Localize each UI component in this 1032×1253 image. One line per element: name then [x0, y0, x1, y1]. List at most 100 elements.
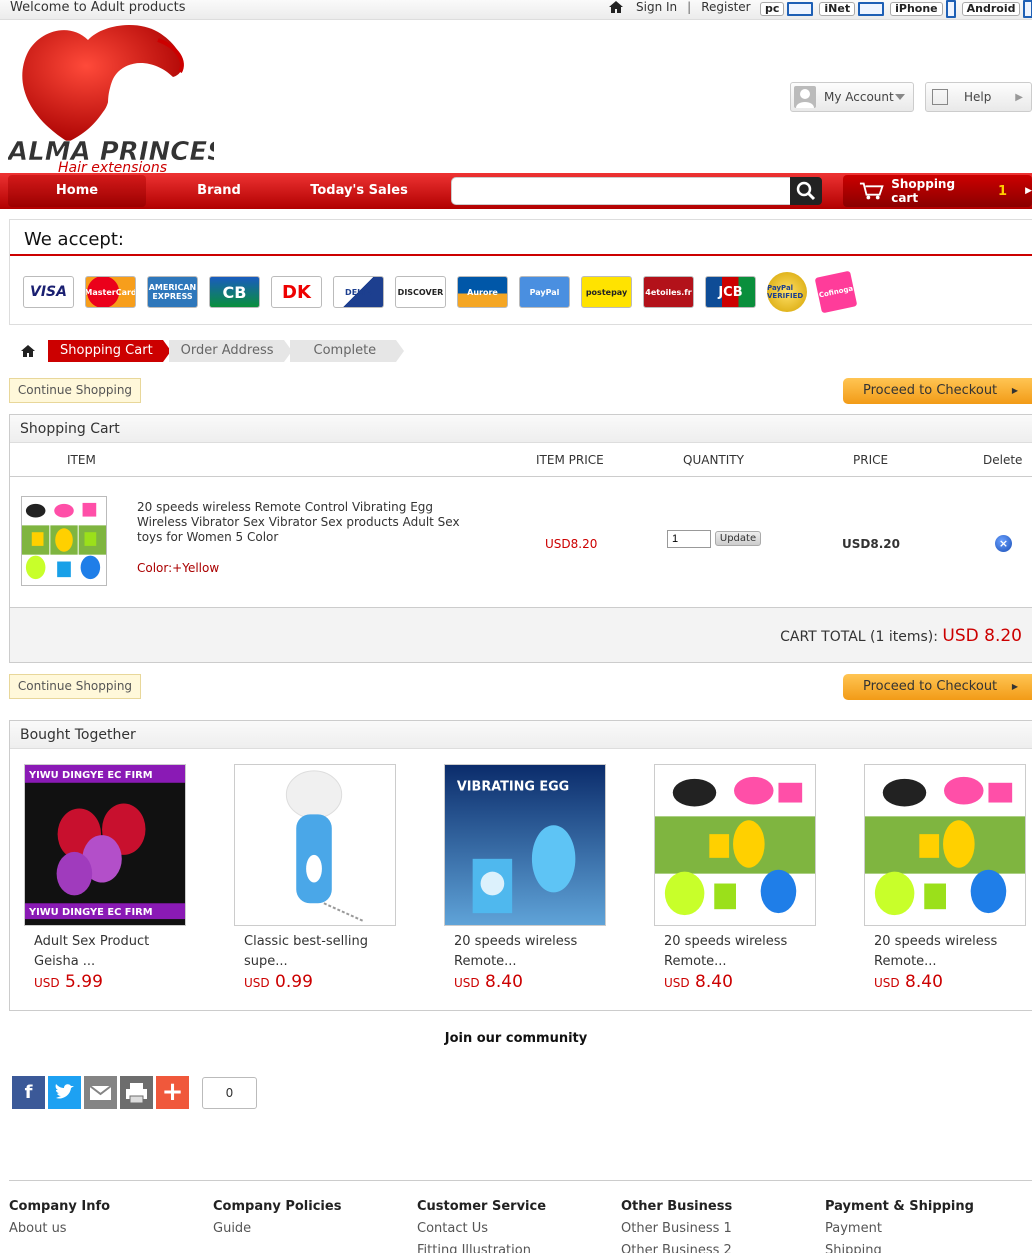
footer-link-other-business-2[interactable]: Other Business 2 — [621, 1240, 821, 1253]
device-inet[interactable]: iNet — [819, 0, 885, 18]
footer-link-other-business-1[interactable]: Other Business 1 — [621, 1218, 821, 1240]
footer-heading: Payment & Shipping — [825, 1199, 974, 1214]
product-price: USD 8.40 — [454, 972, 523, 992]
footer-link-contact-us[interactable]: Contact Us — [417, 1218, 617, 1240]
my-account-button[interactable]: My Account — [790, 82, 914, 112]
cart-total: CART TOTAL (1 items): USD 8.20 — [780, 626, 1022, 646]
product-name-link[interactable]: 20 speeds wireless Remote Control Vibrat… — [137, 500, 487, 545]
search-icon — [796, 181, 816, 201]
footer-col-payment-shipping: Payment & Shipping Payment Shipping — [825, 1199, 1025, 1253]
product-name[interactable]: 20 speeds wireless Remote... — [864, 932, 1026, 972]
amex-card-icon: AMERICAN EXPRESS — [147, 276, 198, 308]
main-nav: Home Brand Today's Sales Shopping cart 1… — [0, 173, 1032, 209]
chevron-right-icon: ▶ — [1015, 91, 1023, 103]
product-card[interactable]: 20 speeds wireless Remote... USD 8.40 — [864, 764, 1026, 992]
delete-icon[interactable]: × — [995, 535, 1012, 552]
device-iphone[interactable]: iPhone — [890, 0, 956, 18]
col-item-price: ITEM PRICE — [536, 453, 604, 467]
bought-together-panel: Bought Together YIWU DINGYE EC FIRM YIWU… — [9, 720, 1032, 1011]
product-image[interactable]: YIWU DINGYE EC FIRM YIWU DINGYE EC FIRM — [24, 764, 186, 926]
search-input[interactable] — [451, 177, 791, 205]
nav-todays-sales[interactable]: Today's Sales — [290, 175, 428, 207]
product-color: Color:+Yellow — [137, 561, 220, 575]
checkout-label: Proceed to Checkout — [863, 383, 998, 398]
register-link[interactable]: Register — [701, 0, 750, 14]
product-card[interactable]: 20 speeds wireless Remote... USD 8.40 — [654, 764, 816, 992]
product-image[interactable] — [234, 764, 396, 926]
footer-link-about-us[interactable]: About us — [9, 1218, 209, 1240]
email-icon[interactable] — [84, 1076, 117, 1109]
svg-text:YIWU DINGYE EC FIRM: YIWU DINGYE EC FIRM — [28, 907, 153, 918]
monitor-icon — [787, 2, 814, 16]
quantity-input[interactable] — [667, 530, 711, 548]
col-quantity: QUANTITY — [683, 453, 744, 467]
tablet-icon — [858, 2, 885, 16]
footer-link-shipping[interactable]: Shipping — [825, 1240, 1025, 1253]
cb-card-icon: CB — [209, 276, 260, 308]
product-image[interactable]: VIBRATING EGG — [444, 764, 606, 926]
dankort-card-icon: DK — [271, 276, 322, 308]
step-shopping-cart: Shopping Cart — [48, 340, 171, 362]
caret-right-icon: ▶ — [1011, 386, 1018, 395]
proceed-to-checkout-button[interactable]: Proceed to Checkout ▶ — [843, 378, 1032, 404]
product-card[interactable]: VIBRATING EGG 20 speeds wireless Remote..… — [444, 764, 606, 992]
cart-label: Shopping cart — [891, 177, 956, 205]
print-icon[interactable] — [120, 1076, 153, 1109]
visa-card-icon: VISA — [23, 276, 74, 308]
checkout-label: Proceed to Checkout — [863, 679, 998, 694]
home-icon[interactable] — [608, 0, 624, 14]
product-name[interactable]: 20 speeds wireless Remote... — [444, 932, 606, 972]
add-share-icon[interactable]: + — [156, 1076, 189, 1109]
caret-right-icon: ▶ — [1025, 186, 1032, 196]
product-card[interactable]: Classic best-selling supe... USD 0.99 — [234, 764, 396, 992]
4etoiles-card-icon: 4etoiles.fr — [643, 276, 694, 308]
footer-col-other-business: Other Business Other Business 1 Other Bu… — [621, 1199, 821, 1253]
user-avatar-icon — [794, 86, 816, 108]
bought-together-list: YIWU DINGYE EC FIRM YIWU DINGYE EC FIRM … — [24, 764, 1026, 992]
col-delete: Delete — [983, 453, 1023, 467]
device-pc[interactable]: pc — [760, 0, 814, 18]
svg-text:Hair extensions: Hair extensions — [58, 160, 167, 174]
product-name[interactable]: 20 speeds wireless Remote... — [654, 932, 816, 972]
product-image[interactable] — [654, 764, 816, 926]
card-logos: VISA MasterCard AMERICAN EXPRESS CB DK D… — [23, 270, 858, 314]
nav-home[interactable]: Home — [8, 175, 146, 207]
svg-text:YIWU DINGYE EC FIRM: YIWU DINGYE EC FIRM — [28, 770, 153, 781]
accept-title: We accept: — [10, 220, 1032, 256]
paypal-card-icon: PayPal — [519, 276, 570, 308]
paypal-verified-icon: PayPal VERIFIED — [767, 272, 807, 312]
product-card[interactable]: YIWU DINGYE EC FIRM YIWU DINGYE EC FIRM … — [24, 764, 186, 992]
phone-icon — [945, 0, 956, 18]
search-button[interactable] — [790, 177, 822, 205]
footer-link-guide[interactable]: Guide — [213, 1218, 413, 1240]
site-logo[interactable]: ALMA PRINCESS Hair extensions — [8, 22, 214, 174]
facebook-icon[interactable]: f — [12, 1076, 45, 1109]
item-price: USD8.20 — [545, 537, 598, 551]
col-item: ITEM — [67, 453, 96, 467]
twitter-icon[interactable] — [48, 1076, 81, 1109]
help-label: Help — [964, 90, 992, 104]
sign-in-link[interactable]: Sign In — [636, 0, 677, 14]
product-name[interactable]: Adult Sex Product Geisha ... — [24, 932, 186, 972]
mastercard-icon: MasterCard — [85, 276, 136, 308]
cart-count: 1 — [998, 183, 1008, 199]
product-name[interactable]: Classic best-selling supe... — [234, 932, 396, 972]
help-button[interactable]: Help ▶ — [925, 82, 1032, 112]
proceed-to-checkout-button[interactable]: Proceed to Checkout ▶ — [843, 674, 1032, 700]
cofinoga-card-icon: Cofinoga — [814, 270, 858, 314]
update-button[interactable]: Update — [715, 531, 761, 546]
shopping-cart-button[interactable]: Shopping cart 1 ▶ — [843, 175, 1032, 207]
footer-link-fitting-illustration[interactable]: Fitting Illustration — [417, 1240, 617, 1253]
row-price: USD8.20 — [842, 537, 900, 551]
home-icon[interactable] — [20, 344, 36, 358]
product-image[interactable] — [864, 764, 1026, 926]
share-count: 0 — [202, 1076, 257, 1109]
device-android[interactable]: Android — [961, 0, 1032, 18]
footer-link-payment[interactable]: Payment — [825, 1218, 1025, 1240]
nav-brand[interactable]: Brand — [150, 175, 288, 207]
footer-heading: Company Info — [9, 1199, 111, 1214]
cart-title: Shopping Cart — [10, 415, 1032, 443]
continue-shopping-button[interactable]: Continue Shopping — [9, 674, 141, 699]
product-thumbnail[interactable] — [21, 496, 107, 586]
continue-shopping-button[interactable]: Continue Shopping — [9, 378, 141, 403]
